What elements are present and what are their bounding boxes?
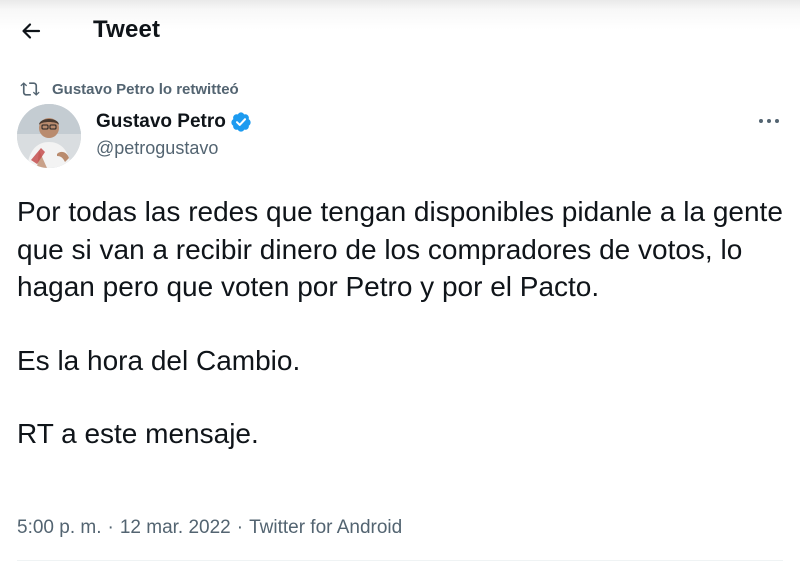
- tweet-metadata: 5:00 p. m. · 12 mar. 2022 · Twitter for …: [17, 517, 402, 539]
- avatar[interactable]: [17, 104, 81, 168]
- divider: [17, 560, 783, 561]
- tweet-time[interactable]: 5:00 p. m.: [17, 517, 102, 539]
- author-name[interactable]: Gustavo Petro: [96, 111, 226, 133]
- retweet-context[interactable]: Gustavo Petro lo retwitteó: [20, 79, 239, 99]
- tweet-source[interactable]: Twitter for Android: [249, 517, 402, 539]
- page-title: Tweet: [93, 16, 161, 43]
- back-button[interactable]: [18, 18, 44, 44]
- tweet-paragraph: Es la hora del Cambio.: [17, 344, 301, 376]
- retweet-icon: [20, 82, 40, 96]
- top-bar: Tweet: [0, 0, 800, 56]
- author-handle[interactable]: @petrogustavo: [96, 138, 218, 159]
- meta-separator: ·: [107, 517, 114, 538]
- tweet-date[interactable]: 12 mar. 2022: [120, 517, 231, 539]
- user-avatar: [17, 104, 81, 168]
- more-horizontal-icon: [759, 119, 779, 123]
- arrow-left-icon: [22, 23, 41, 39]
- tweet-text: Por todas las redes que tengan disponibl…: [17, 193, 787, 489]
- tweet-paragraph: RT a este mensaje.: [17, 418, 259, 449]
- retweet-text: Gustavo Petro lo retwitteó: [52, 80, 239, 98]
- verified-badge-icon: [231, 112, 251, 132]
- tweet-paragraph: Por todas las redes que tengan disponibl…: [17, 196, 783, 302]
- author-name-row: Gustavo Petro: [96, 111, 252, 133]
- meta-separator: ·: [236, 517, 244, 538]
- more-options-button[interactable]: [752, 108, 786, 134]
